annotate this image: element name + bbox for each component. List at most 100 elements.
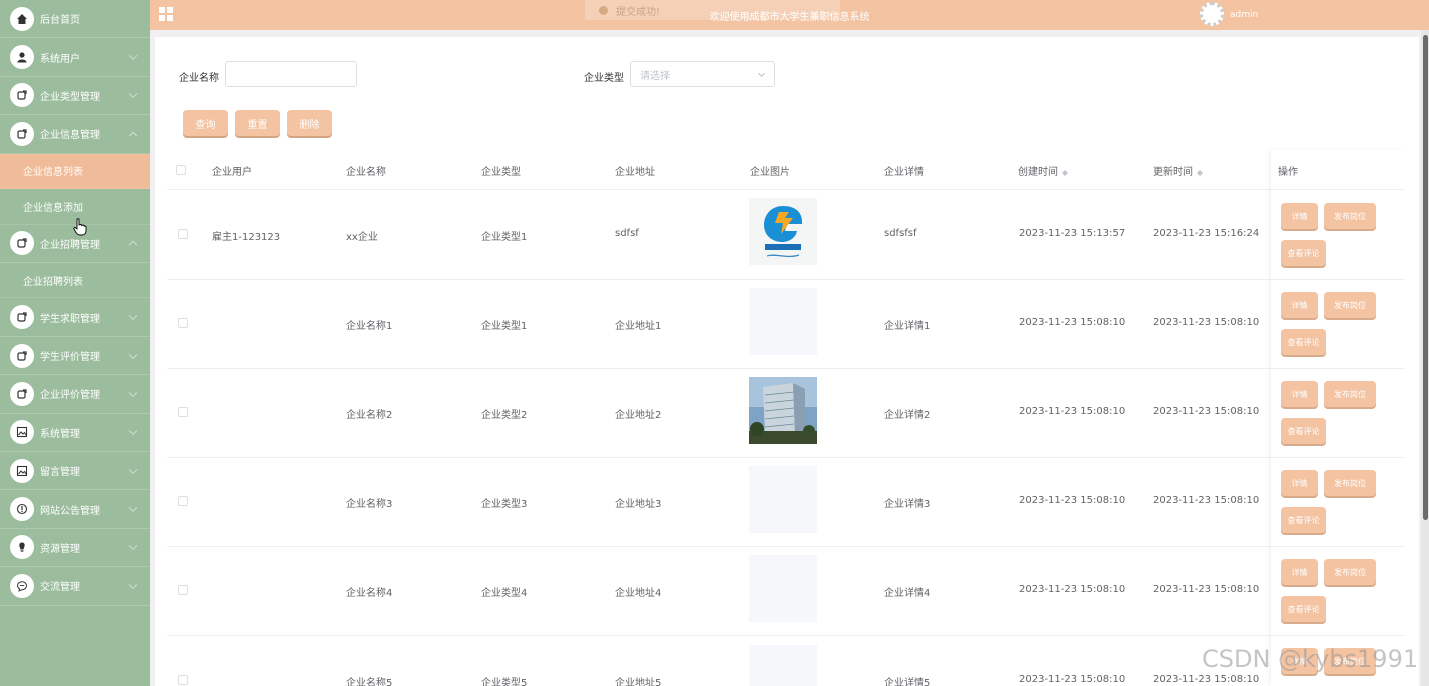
publish-job-button[interactable]: 发布岗位: [1324, 559, 1376, 585]
sidebar-item-announcements[interactable]: 网站公告管理: [0, 490, 150, 529]
cell-detail: 企业详情1: [884, 321, 931, 332]
chat-icon: [10, 573, 34, 598]
sidebar-subitem-company-list[interactable]: 企业信息列表: [0, 153, 150, 190]
sidebar-item-home[interactable]: 后台首页: [0, 0, 150, 39]
cell-detail: 企业详情5: [884, 678, 931, 686]
cell-type: 企业类型3: [481, 499, 528, 510]
company-name-input[interactable]: [225, 61, 357, 87]
view-comments-button[interactable]: 查看评论: [1281, 507, 1326, 533]
row-checkbox[interactable]: [178, 496, 188, 506]
cell-detail: 企业详情2: [884, 410, 931, 421]
reset-button[interactable]: 重置: [235, 110, 280, 136]
row-checkbox[interactable]: [178, 585, 188, 595]
sidebar-item-label: 留言管理: [40, 467, 80, 479]
company-image-building[interactable]: [749, 377, 817, 444]
company-image-empty[interactable]: [749, 555, 817, 622]
picture-icon: [10, 458, 34, 483]
company-image-empty[interactable]: [749, 288, 817, 355]
view-comments-button[interactable]: 查看评论: [1281, 329, 1326, 355]
sidebar-item-job-seeking[interactable]: 学生求职管理: [0, 298, 150, 337]
detail-button[interactable]: 详情: [1281, 381, 1318, 407]
company-type-select[interactable]: 请选择: [630, 61, 775, 87]
user-name[interactable]: admin: [1230, 10, 1258, 20]
view-comments-button[interactable]: 查看评论: [1281, 418, 1326, 444]
cell-address: 企业地址2: [615, 410, 662, 421]
bulb-icon: [10, 535, 34, 560]
select-all-checkbox[interactable]: [176, 165, 186, 175]
chevron-down-icon: [128, 580, 138, 589]
cell-user: 雇主1-123123: [212, 232, 281, 243]
cell-address: 企业地址5: [615, 678, 662, 686]
cell-created: 2023-11-23 15:08:10: [1019, 584, 1126, 595]
publish-job-button[interactable]: 发布岗位: [1324, 381, 1376, 407]
sidebar-item-student-review[interactable]: 学生评价管理: [0, 337, 150, 376]
sort-icon[interactable]: [1062, 167, 1068, 177]
query-button[interactable]: 查询: [183, 110, 228, 136]
sidebar-subitem-recruitment-list[interactable]: 企业招聘列表: [0, 263, 150, 299]
tag-icon: [10, 231, 34, 256]
company-image-empty[interactable]: [749, 645, 817, 686]
company-name-label: 企业名称: [179, 73, 219, 84]
sort-icon[interactable]: [1197, 167, 1203, 177]
sidebar-item-label: 企业招聘管理: [40, 239, 100, 251]
company-image-tencent-games[interactable]: [749, 198, 817, 265]
tag-icon: [10, 305, 34, 330]
sidebar-item-company-review[interactable]: 企业评价管理: [0, 375, 150, 414]
chevron-down-icon: [128, 465, 138, 474]
divider: [167, 457, 1405, 458]
sidebar-item-system-users[interactable]: 系统用户: [0, 38, 150, 77]
header-company-address: 企业地址: [615, 167, 655, 178]
detail-button[interactable]: 详情: [1281, 470, 1318, 496]
avatar[interactable]: [1200, 2, 1224, 26]
sidebar-item-company-type[interactable]: 企业类型管理: [0, 77, 150, 116]
sidebar-item-company-info[interactable]: 企业信息管理: [0, 115, 150, 154]
detail-button[interactable]: 详情: [1281, 203, 1318, 229]
chevron-down-icon: [128, 426, 138, 436]
header-company-detail: 企业详情: [884, 167, 924, 178]
chevron-down-icon: [128, 90, 138, 99]
cell-detail: 企业详情4: [884, 588, 931, 599]
row-checkbox[interactable]: [178, 675, 188, 685]
chevron-down-icon: [128, 542, 138, 551]
sidebar-item-label: 企业类型管理: [40, 91, 100, 103]
publish-job-button[interactable]: 发布岗位: [1324, 470, 1376, 496]
sidebar-item-system[interactable]: 系统管理: [0, 414, 150, 453]
sidebar: 后台首页 系统用户 企业类型管理 企业信息管理 企业信息列表 企业信息添加 企业…: [0, 0, 150, 686]
scrollbar-thumb[interactable]: [1423, 35, 1428, 520]
row-checkbox[interactable]: [178, 318, 188, 328]
publish-job-button[interactable]: 发布岗位: [1324, 292, 1376, 318]
sidebar-item-label: 系统管理: [40, 428, 80, 440]
cell-name: xx企业: [346, 232, 378, 243]
chevron-down-icon: [128, 503, 138, 513]
cell-name: 企业名称1: [346, 321, 393, 332]
cell-name: 企业名称4: [346, 588, 393, 599]
sidebar-item-label: 后台首页: [40, 15, 80, 27]
view-comments-button[interactable]: 查看评论: [1281, 596, 1326, 622]
cell-address: 企业地址3: [615, 499, 662, 510]
header-label: 更新时间: [1153, 167, 1193, 178]
chevron-up-icon: [128, 240, 138, 250]
publish-job-button[interactable]: 发布岗位: [1324, 203, 1376, 229]
cell-address: 企业地址1: [615, 321, 662, 332]
header-updated-time[interactable]: 更新时间: [1153, 163, 1203, 178]
tag-icon: [10, 381, 34, 406]
cell-updated: 2023-11-23 15:08:10: [1153, 317, 1260, 328]
picture-icon: [10, 420, 34, 445]
row-checkbox[interactable]: [178, 407, 188, 417]
cell-type: 企业类型1: [481, 232, 528, 243]
sidebar-item-label: 系统用户: [40, 53, 80, 65]
sidebar-item-communication[interactable]: 交流管理: [0, 567, 150, 606]
sidebar-item-messages[interactable]: 留言管理: [0, 452, 150, 491]
top-bar: 提交成功! 欢迎使用成都市大学生兼职信息系统 admin: [150, 0, 1429, 30]
detail-button[interactable]: 详情: [1281, 292, 1318, 318]
row-checkbox[interactable]: [178, 229, 188, 239]
cell-created: 2023-11-23 15:08:10: [1019, 495, 1126, 506]
header-created-time[interactable]: 创建时间: [1018, 163, 1068, 178]
delete-button[interactable]: 删除: [287, 110, 332, 136]
sidebar-item-resources[interactable]: 资源管理: [0, 529, 150, 568]
view-comments-button[interactable]: 查看评论: [1281, 240, 1326, 266]
company-image-empty[interactable]: [749, 466, 817, 533]
detail-button[interactable]: 详情: [1281, 559, 1318, 585]
cell-name: 企业名称2: [346, 410, 393, 421]
home-icon: [10, 6, 34, 31]
